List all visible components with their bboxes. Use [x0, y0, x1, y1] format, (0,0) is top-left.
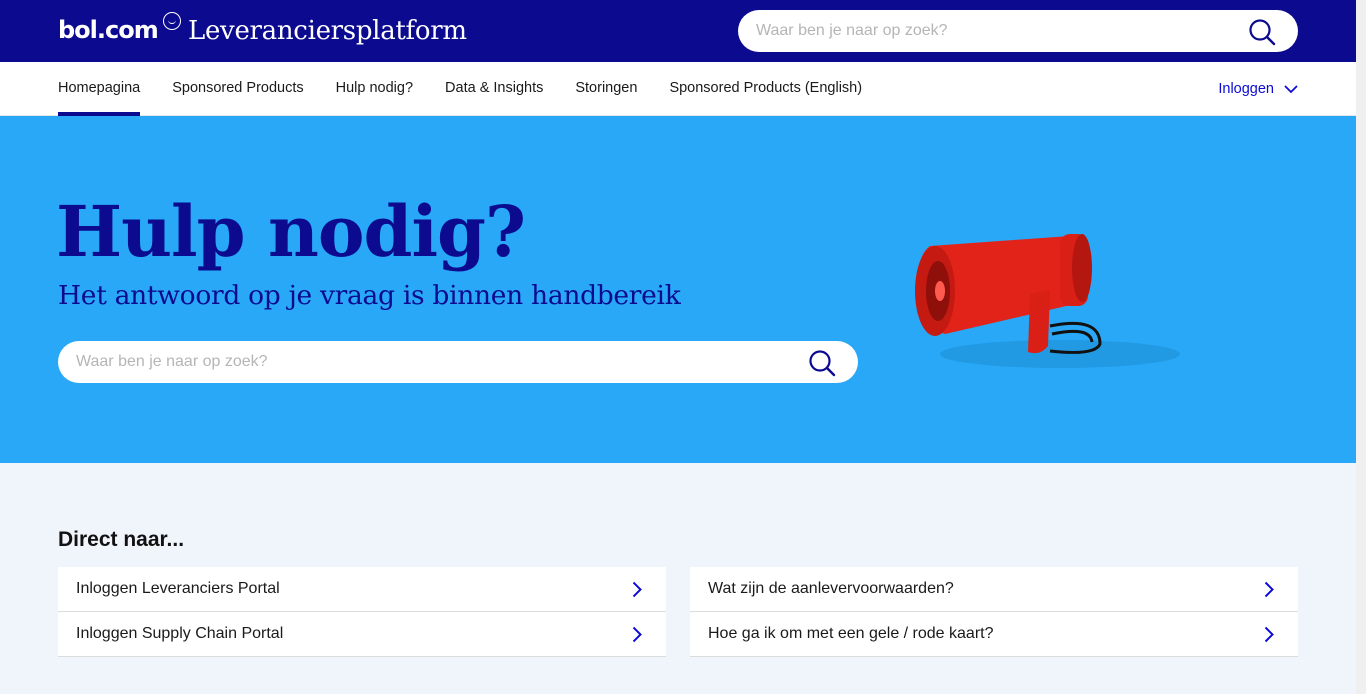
- header-search-input[interactable]: [756, 10, 1236, 52]
- search-icon[interactable]: [1248, 18, 1276, 46]
- link-inloggen-leveranciers-portal[interactable]: Inloggen Leveranciers Portal: [58, 567, 666, 612]
- link-label: Wat zijn de aanlevervoorwaarden?: [708, 580, 954, 597]
- nav-item-sponsored-products[interactable]: Sponsored Products: [172, 62, 303, 116]
- chevron-right-icon: [1264, 581, 1274, 598]
- login-dropdown[interactable]: Inloggen: [1218, 62, 1298, 116]
- chevron-right-icon: [632, 581, 642, 598]
- direct-links-left: Inloggen Leveranciers Portal Inloggen Su…: [58, 567, 666, 657]
- nav-item-homepagina[interactable]: Homepagina: [58, 62, 141, 116]
- hero-subtitle: Het antwoord op je vraag is binnen handb…: [58, 280, 681, 311]
- hero-title: Hulp nodig?: [56, 190, 526, 273]
- hero-banner: Hulp nodig? Het antwoord op je vraag is …: [0, 116, 1356, 463]
- login-label: Inloggen: [1218, 81, 1274, 97]
- link-label: Hoe ga ik om met een gele / rode kaart?: [708, 625, 994, 642]
- hero-search-input[interactable]: [76, 341, 796, 383]
- link-aanlevervoorwaarden[interactable]: Wat zijn de aanlevervoorwaarden?: [690, 567, 1298, 612]
- nav-item-storingen[interactable]: Storingen: [575, 62, 637, 116]
- main-nav: Homepagina Sponsored Products Hulp nodig…: [0, 62, 1356, 116]
- search-icon[interactable]: [808, 349, 836, 377]
- link-gele-rode-kaart[interactable]: Hoe ga ik om met een gele / rode kaart?: [690, 612, 1298, 657]
- logo-text: bol.com: [58, 16, 159, 44]
- hero-search: [58, 341, 858, 383]
- chevron-right-icon: [1264, 626, 1274, 643]
- nav-item-data-insights[interactable]: Data & Insights: [445, 62, 543, 116]
- link-label: Inloggen Leveranciers Portal: [76, 580, 280, 597]
- page: bol.com Leveranciersplatform Homepagina …: [0, 0, 1356, 694]
- link-label: Inloggen Supply Chain Portal: [76, 625, 284, 642]
- megaphone-illustration: [915, 234, 1180, 368]
- chevron-right-icon: [632, 626, 642, 643]
- scrollbar[interactable]: [1356, 0, 1366, 694]
- link-inloggen-supply-chain-portal[interactable]: Inloggen Supply Chain Portal: [58, 612, 666, 657]
- platform-title: Leveranciersplatform: [188, 16, 467, 46]
- nav-item-hulp-nodig[interactable]: Hulp nodig?: [336, 62, 413, 116]
- smile-icon: [163, 12, 181, 30]
- direct-links-right: Wat zijn de aanlevervoorwaarden? Hoe ga …: [690, 567, 1298, 657]
- direct-heading: Direct naar...: [58, 528, 185, 551]
- chevron-down-icon: [1284, 84, 1298, 93]
- nav-item-sponsored-products-english[interactable]: Sponsored Products (English): [669, 62, 862, 116]
- top-bar: bol.com Leveranciersplatform: [0, 0, 1356, 62]
- bol-logo[interactable]: bol.com: [58, 12, 181, 48]
- header-search: [738, 10, 1298, 52]
